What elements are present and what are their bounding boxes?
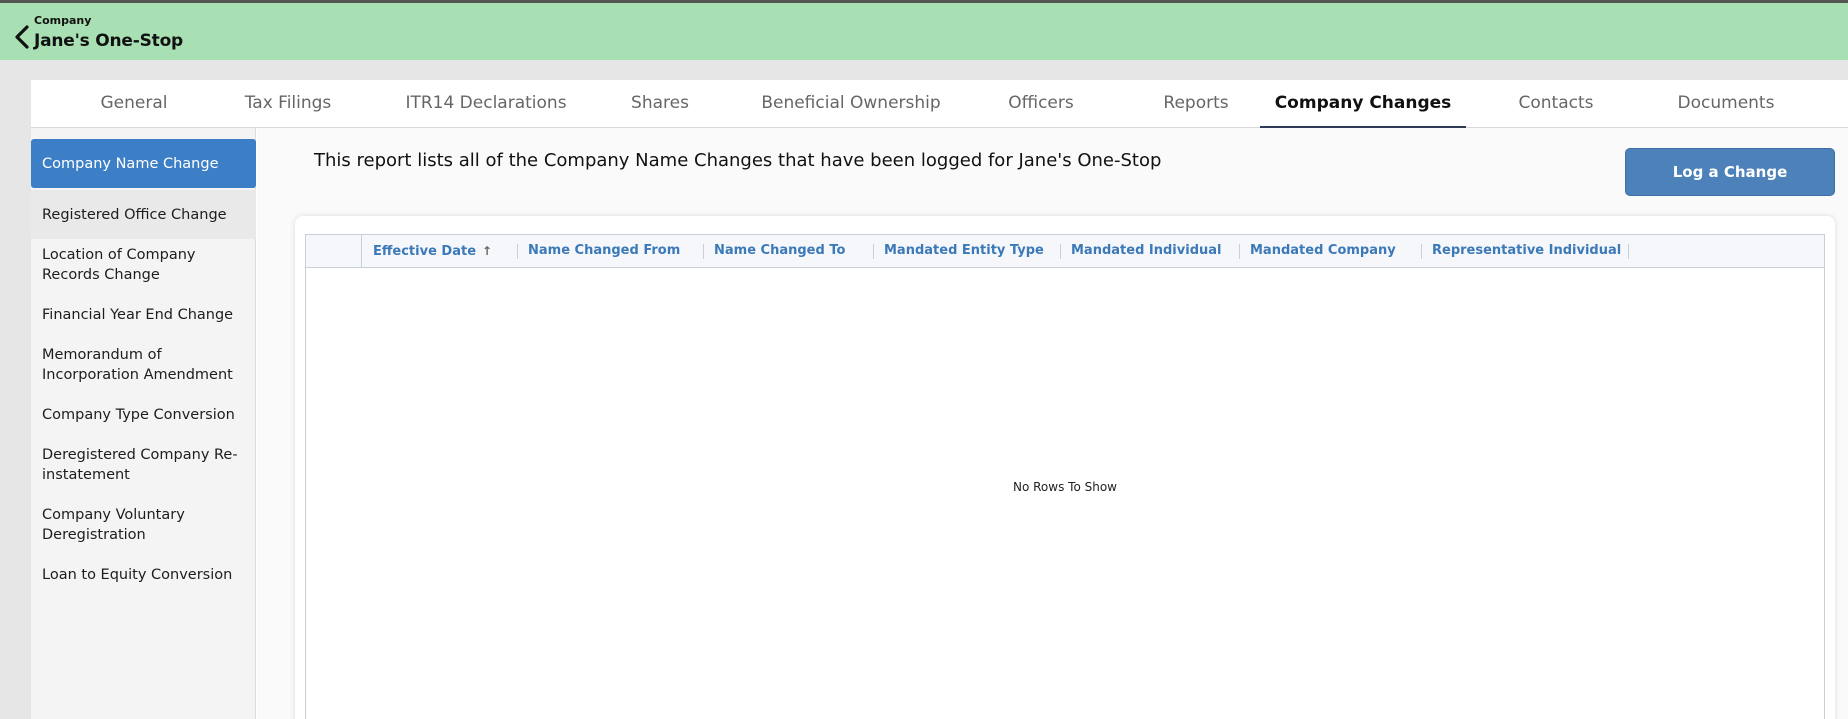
company-header: Company Jane's One-Stop	[0, 3, 1848, 60]
column-effective-date[interactable]: Effective Date ↑	[362, 235, 517, 267]
column-name-changed-to[interactable]: Name Changed To	[703, 235, 873, 267]
changes-table-panel: Effective Date ↑ Name Changed From Name C…	[295, 216, 1835, 719]
sidebar-item-company-name-change[interactable]: Company Name Change	[31, 139, 256, 188]
empty-state-message: No Rows To Show	[1013, 480, 1117, 494]
header-subtitle: Company	[34, 14, 92, 27]
tab-itr14-declarations[interactable]: ITR14 Declarations	[391, 80, 581, 128]
sidebar-item-location-of-records-change[interactable]: Location of Company Records Change	[31, 240, 256, 290]
row-select-column	[306, 235, 362, 267]
tab-documents[interactable]: Documents	[1651, 80, 1801, 128]
sidebar-item-financial-year-end-change[interactable]: Financial Year End Change	[31, 290, 256, 340]
column-name-changed-from[interactable]: Name Changed From	[517, 235, 703, 267]
column-representative-individual[interactable]: Representative Individual	[1421, 235, 1628, 267]
company-detail-card: General Tax Filings ITR14 Declarations S…	[31, 80, 1848, 719]
sort-ascending-icon: ↑	[482, 244, 493, 258]
company-name-title: Jane's One-Stop	[34, 31, 184, 51]
back-button[interactable]	[12, 23, 32, 51]
tab-officers[interactable]: Officers	[986, 80, 1096, 128]
report-description: This report lists all of the Company Nam…	[314, 150, 1162, 171]
column-mandated-entity-type[interactable]: Mandated Entity Type	[873, 235, 1060, 267]
tab-bar: General Tax Filings ITR14 Declarations S…	[31, 80, 1848, 128]
change-type-sidebar: Company Name Change Registered Office Ch…	[31, 128, 256, 719]
column-mandated-company[interactable]: Mandated Company	[1239, 235, 1421, 267]
sidebar-item-loan-to-equity-conversion[interactable]: Loan to Equity Conversion	[31, 550, 256, 600]
tab-shares[interactable]: Shares	[615, 80, 705, 128]
column-label: Effective Date	[373, 244, 477, 259]
tab-contacts[interactable]: Contacts	[1501, 80, 1611, 128]
sidebar-item-registered-office-change[interactable]: Registered Office Change	[31, 190, 256, 239]
tab-beneficial-ownership[interactable]: Beneficial Ownership	[741, 80, 961, 128]
main-content: This report lists all of the Company Nam…	[257, 128, 1848, 719]
column-divider	[1628, 244, 1629, 259]
sidebar-item-company-type-conversion[interactable]: Company Type Conversion	[31, 390, 256, 440]
sidebar-item-deregistered-reinstatement[interactable]: Deregistered Company Re-instatement	[31, 440, 256, 490]
column-mandated-individual[interactable]: Mandated Individual	[1060, 235, 1239, 267]
tab-company-changes[interactable]: Company Changes	[1260, 80, 1466, 128]
grid-header-row: Effective Date ↑ Name Changed From Name C…	[306, 235, 1824, 268]
tab-tax-filings[interactable]: Tax Filings	[233, 80, 343, 128]
log-a-change-button[interactable]: Log a Change	[1625, 148, 1835, 196]
chevron-left-icon	[15, 25, 29, 49]
changes-grid: Effective Date ↑ Name Changed From Name C…	[305, 234, 1825, 719]
tab-general[interactable]: General	[81, 80, 187, 128]
tab-reports[interactable]: Reports	[1141, 80, 1251, 128]
sidebar-item-moi-amendment[interactable]: Memorandum of Incorporation Amendment	[31, 340, 256, 390]
sidebar-item-voluntary-deregistration[interactable]: Company Voluntary Deregistration	[31, 500, 256, 550]
